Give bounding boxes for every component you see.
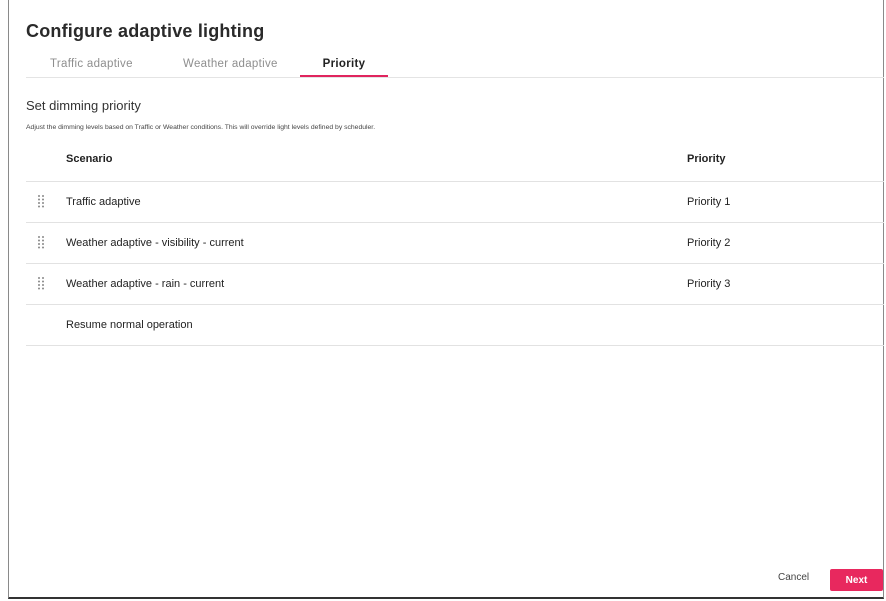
section-title: Set dimming priority: [26, 98, 141, 113]
row-priority: Priority 1: [687, 196, 731, 208]
tab-priority[interactable]: Priority: [300, 58, 388, 77]
column-header-scenario: Scenario: [66, 153, 113, 165]
row-scenario: Weather adaptive - visibility - current: [66, 237, 244, 249]
tab-weather-adaptive[interactable]: Weather adaptive: [183, 58, 278, 70]
table-row[interactable]: Weather adaptive - rain - current Priori…: [26, 264, 884, 305]
tab-traffic-adaptive[interactable]: Traffic adaptive: [50, 58, 133, 70]
row-scenario: Traffic adaptive: [66, 196, 141, 208]
dialog-title: Configure adaptive lighting: [26, 21, 265, 41]
row-priority: Priority 2: [687, 237, 731, 249]
drag-handle-icon[interactable]: [37, 194, 45, 208]
row-priority: Priority 3: [687, 278, 731, 290]
row-scenario: Weather adaptive - rain - current: [66, 278, 225, 290]
table-header-row: Scenario Priority: [26, 140, 884, 182]
section-description: Adjust the dimming levels based on Traff…: [26, 124, 376, 131]
tab-bar: Traffic adaptive Weather adaptive Priori…: [26, 52, 884, 78]
drag-handle-icon[interactable]: [37, 276, 45, 290]
table-row[interactable]: Weather adaptive - visibility - current …: [26, 223, 884, 264]
drag-handle-icon[interactable]: [37, 235, 45, 249]
next-button[interactable]: Next: [830, 569, 883, 591]
column-header-priority: Priority: [687, 153, 726, 165]
cancel-button[interactable]: Cancel: [778, 572, 809, 583]
row-scenario: Resume normal operation: [66, 319, 193, 331]
priority-table: Scenario Priority Traffic adaptive Prior…: [26, 140, 884, 346]
table-row[interactable]: Traffic adaptive Priority 1: [26, 182, 884, 223]
table-row: Resume normal operation: [26, 305, 884, 346]
configure-adaptive-lighting-dialog: Configure adaptive lighting Traffic adap…: [8, 0, 884, 599]
